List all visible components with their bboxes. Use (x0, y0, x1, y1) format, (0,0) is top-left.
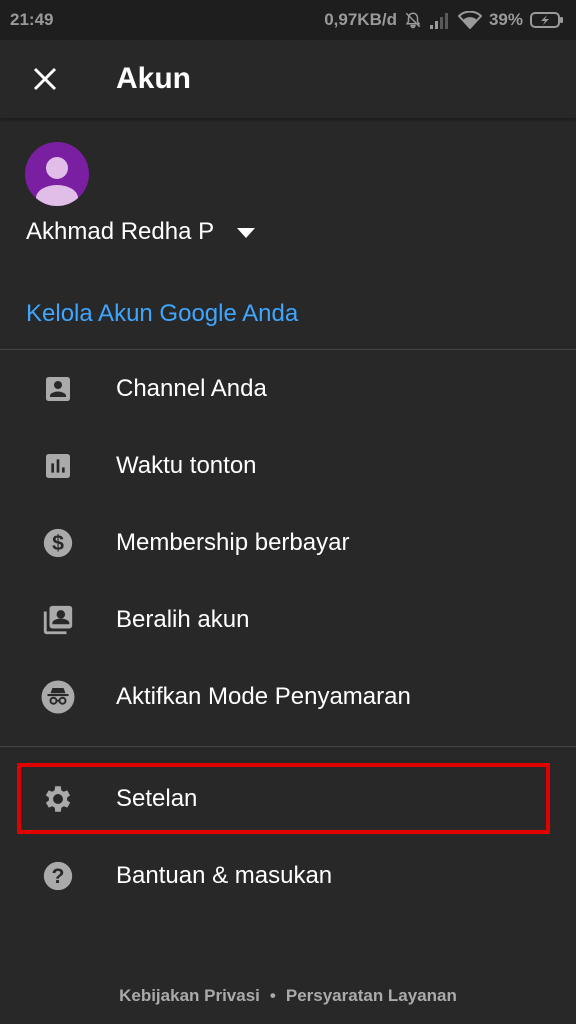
menu-item-watch-time[interactable]: Waktu tonton (0, 431, 576, 501)
footer: Kebijakan Privasi • Persyaratan Layanan (0, 986, 576, 1006)
account-name: Akhmad Redha P (26, 218, 215, 245)
app-bar: Akun (0, 40, 576, 118)
menu-item-label: Bantuan & masukan (116, 862, 333, 889)
battery-percent: 39% (488, 10, 523, 29)
highlight-annotation (17, 763, 550, 834)
switch-account-icon (40, 602, 76, 638)
menu-item-membership[interactable]: $ Membership berbayar (0, 508, 576, 578)
status-time: 21:49 (10, 10, 54, 29)
wifi-icon (457, 11, 482, 29)
divider (0, 746, 576, 747)
account-box-icon (40, 371, 76, 407)
close-icon (33, 67, 57, 91)
bar-chart-icon (40, 448, 76, 484)
footer-separator: • (269, 986, 276, 1005)
menu-item-label: Beralih akun (116, 606, 250, 633)
menu-item-switch-account[interactable]: Beralih akun (0, 585, 576, 655)
svg-text:?: ? (52, 864, 65, 888)
help-icon: ? (40, 858, 76, 894)
menu-item-label: Waktu tonton (116, 452, 257, 479)
avatar[interactable] (25, 142, 89, 206)
svg-text:$: $ (52, 531, 64, 555)
status-icons: 0,97KB/d 39% (324, 10, 564, 30)
menu-item-label: Channel Anda (116, 375, 267, 402)
dropdown-arrow-icon (237, 228, 256, 238)
signal-icon (429, 11, 451, 29)
dollar-icon: $ (40, 525, 76, 561)
menu-item-label: Aktifkan Mode Penyamaran (116, 683, 411, 710)
terms-of-service-link[interactable]: Persyaratan Layanan (286, 986, 457, 1006)
person-icon (36, 157, 78, 206)
account-switcher[interactable]: Akhmad Redha P (26, 213, 256, 251)
page-title: Akun (116, 62, 191, 95)
manage-google-account-link[interactable]: Kelola Akun Google Anda (26, 297, 298, 331)
menu-item-incognito[interactable]: Aktifkan Mode Penyamaran (0, 662, 576, 732)
close-button[interactable] (24, 58, 66, 100)
incognito-icon (40, 679, 76, 715)
privacy-policy-link[interactable]: Kebijakan Privasi (119, 986, 260, 1006)
status-bar: 21:49 0,97KB/d 39% (0, 0, 576, 40)
menu-item-channel[interactable]: Channel Anda (0, 354, 576, 424)
mute-icon (404, 11, 422, 29)
divider (0, 349, 576, 350)
menu-item-help[interactable]: ? Bantuan & masukan (0, 841, 576, 911)
battery-charging-icon (530, 11, 564, 29)
network-speed: 0,97KB/d (324, 10, 397, 29)
menu-item-label: Membership berbayar (116, 529, 350, 556)
